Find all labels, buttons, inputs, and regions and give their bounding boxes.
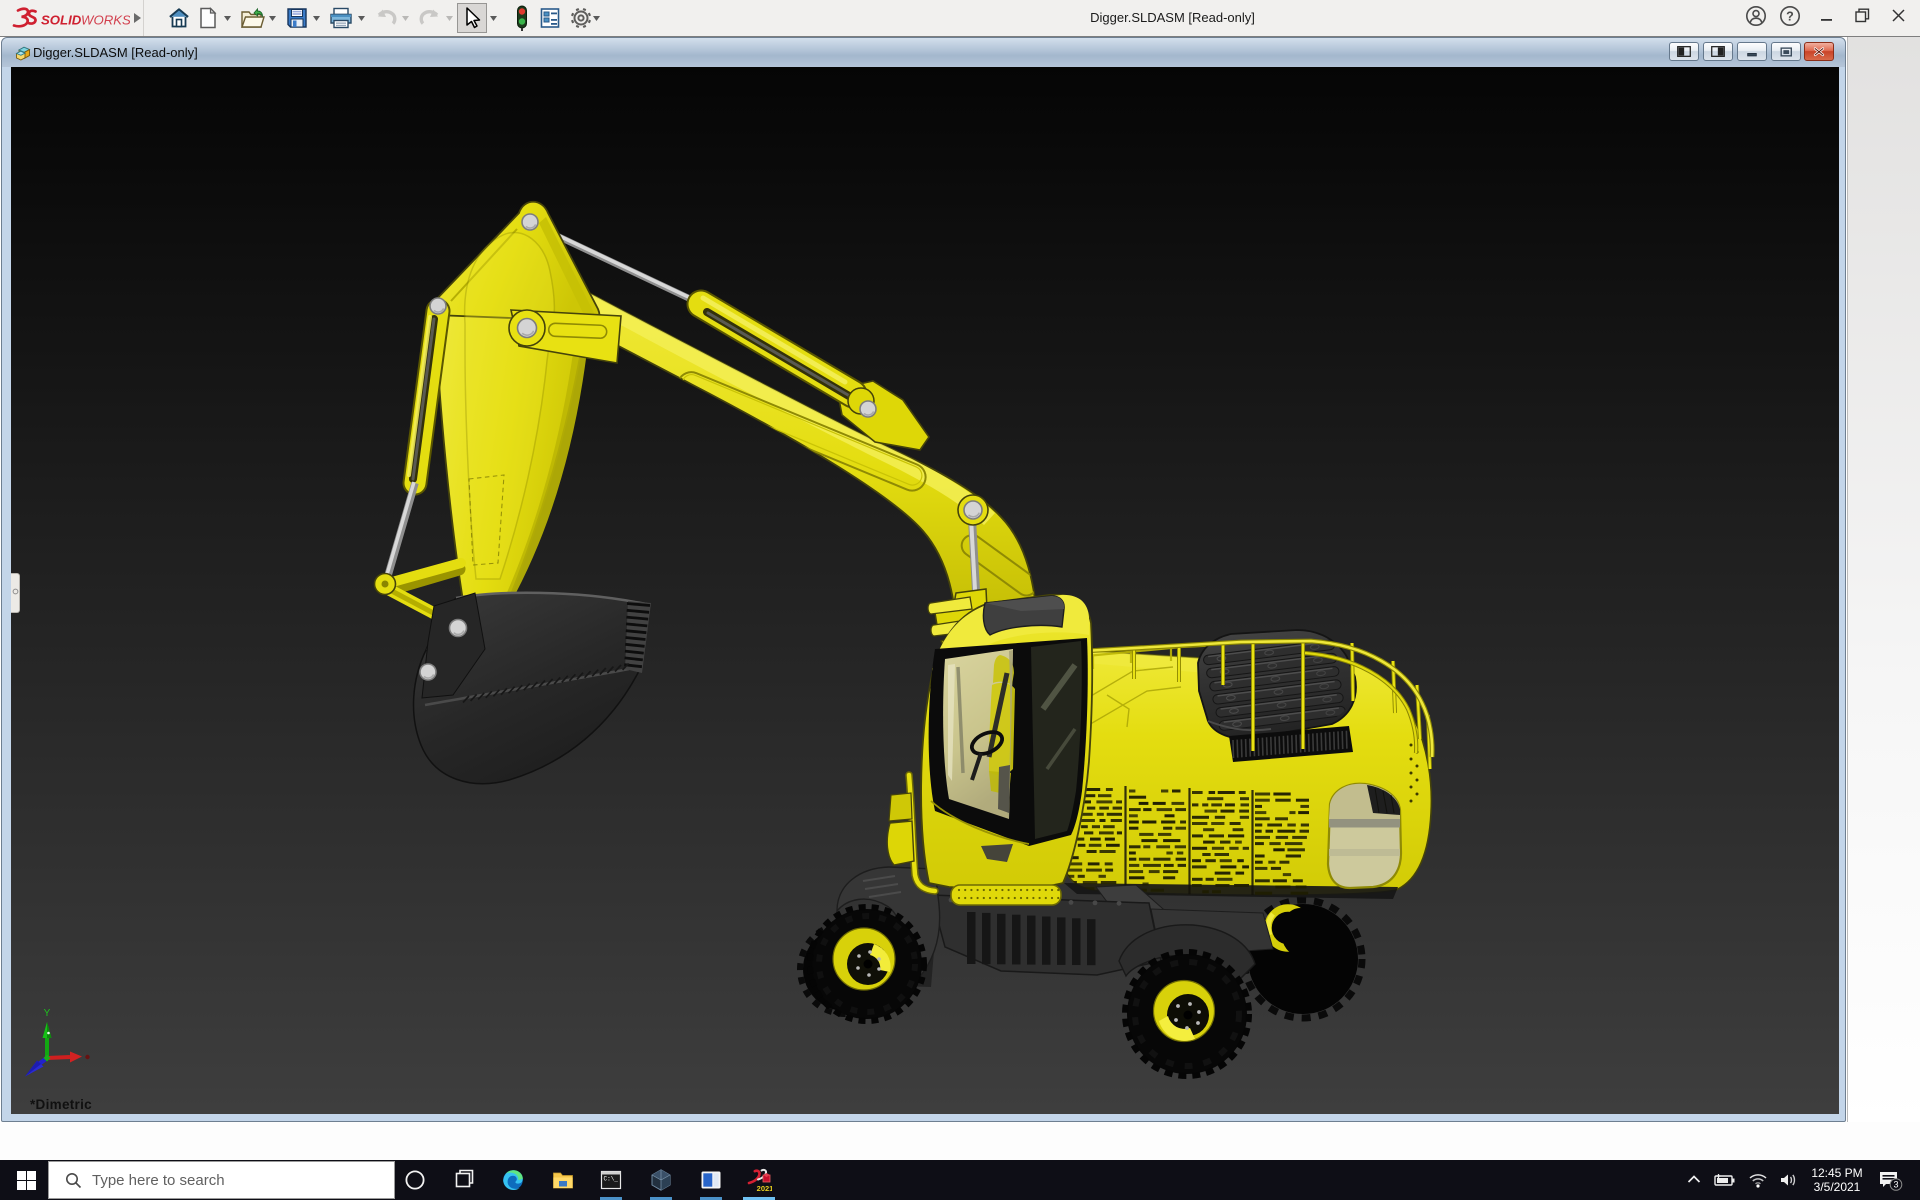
toolbar-separator (143, 0, 144, 36)
dropdown-caret-icon[interactable] (446, 14, 454, 22)
dropdown-caret-icon[interactable] (402, 14, 410, 22)
bucket-cylinder (386, 311, 438, 579)
view-orientation-label: *Dimetric (30, 1097, 92, 1112)
brand-bold: SOLID (41, 13, 82, 28)
graphics-viewport[interactable]: Y *Dimetric (11, 67, 1839, 1114)
redo-icon[interactable] (415, 3, 445, 33)
document-title: Digger.SLDASM [Read-only] (33, 38, 198, 67)
dropdown-caret-icon[interactable] (224, 14, 232, 22)
doc-close-button[interactable] (1804, 42, 1834, 61)
clock-date: 3/5/2021 (1806, 1180, 1868, 1194)
dropdown-caret-icon[interactable] (269, 14, 277, 22)
volume-icon[interactable] (1775, 1160, 1803, 1200)
new-document-icon[interactable] (193, 3, 223, 33)
help-button[interactable]: ? (1773, 0, 1807, 36)
rear-wheel (1125, 952, 1249, 1076)
battery-icon[interactable] (1710, 1160, 1738, 1200)
orientation-triad: Y (25, 1008, 90, 1077)
triad-y-label: Y (44, 1008, 51, 1019)
rear-window (1328, 784, 1401, 888)
system-tray: 3 (0, 1160, 1920, 1200)
notification-badge: 3 (1893, 1180, 1898, 1190)
close-icon (1891, 8, 1906, 28)
bucket[interactable] (414, 593, 651, 784)
select-arrow-icon[interactable] (457, 3, 487, 33)
dropdown-caret-icon[interactable] (593, 14, 601, 22)
display-states-icon[interactable] (507, 3, 537, 33)
assembly-document-icon (14, 44, 32, 61)
app-titlebar: SOLID WORKS (0, 0, 1920, 37)
home-icon[interactable] (164, 3, 194, 33)
undo-icon[interactable] (371, 3, 401, 33)
windows-taskbar: Type here to search C:\_ 2021 3 12:45 PM… (0, 1160, 1920, 1200)
app-title: Digger.SLDASM [Read-only] (1050, 0, 1295, 36)
toggle-right-pane-button[interactable] (1703, 42, 1733, 61)
document-titlebar[interactable]: Digger.SLDASM [Read-only] (2, 38, 1845, 67)
excavator-3d-model[interactable]: Y (11, 67, 1839, 1114)
action-center-button[interactable]: 3 (1872, 1160, 1908, 1200)
doc-restore-button[interactable] (1771, 42, 1801, 61)
doc-minimize-button[interactable] (1737, 42, 1767, 61)
save-icon[interactable] (282, 3, 312, 33)
user-account-button[interactable] (1739, 0, 1773, 36)
print-icon[interactable] (326, 3, 356, 33)
minimize-button[interactable] (1810, 0, 1844, 36)
report-icon[interactable] (535, 3, 565, 33)
user-account-icon (1745, 5, 1767, 32)
brand-light: WORKS (81, 13, 130, 28)
toolbar-flyout-arrow-icon[interactable] (132, 11, 142, 25)
windshield (943, 649, 1015, 819)
minimize-icon (1820, 9, 1834, 28)
excavator-body-house[interactable] (1063, 630, 1432, 903)
restore-button[interactable] (1845, 0, 1879, 36)
dropdown-caret-icon[interactable] (313, 14, 321, 22)
status-bar (0, 1122, 1920, 1160)
featuremanager-collapsed-tab[interactable] (11, 573, 20, 613)
restore-icon (1855, 8, 1870, 28)
toggle-left-pane-button[interactable] (1669, 42, 1699, 61)
wifi-icon[interactable] (1744, 1160, 1772, 1200)
svg-text:?: ? (1786, 9, 1794, 23)
solidworks-application: SOLID WORKS (0, 0, 1920, 1200)
clock-time: 12:45 PM (1806, 1166, 1868, 1180)
dropdown-caret-icon[interactable] (490, 14, 498, 22)
close-button[interactable] (1881, 0, 1915, 36)
help-icon: ? (1779, 5, 1801, 32)
open-icon[interactable] (238, 3, 268, 33)
tray-expand-chevron-icon[interactable] (1680, 1160, 1708, 1200)
solidworks-logo: SOLID WORKS (8, 4, 130, 32)
cab-step (951, 885, 1061, 905)
dropdown-caret-icon[interactable] (358, 14, 366, 22)
document-window: Digger.SLDASM [Read-only] (1, 37, 1846, 1122)
engine-cover (1193, 630, 1356, 739)
taskbar-clock[interactable]: 12:45 PM 3/5/2021 (1806, 1160, 1868, 1200)
task-pane-collapsed[interactable] (1847, 37, 1920, 1122)
front-wheel (810, 907, 924, 1021)
options-gear-icon[interactable] (566, 3, 596, 33)
